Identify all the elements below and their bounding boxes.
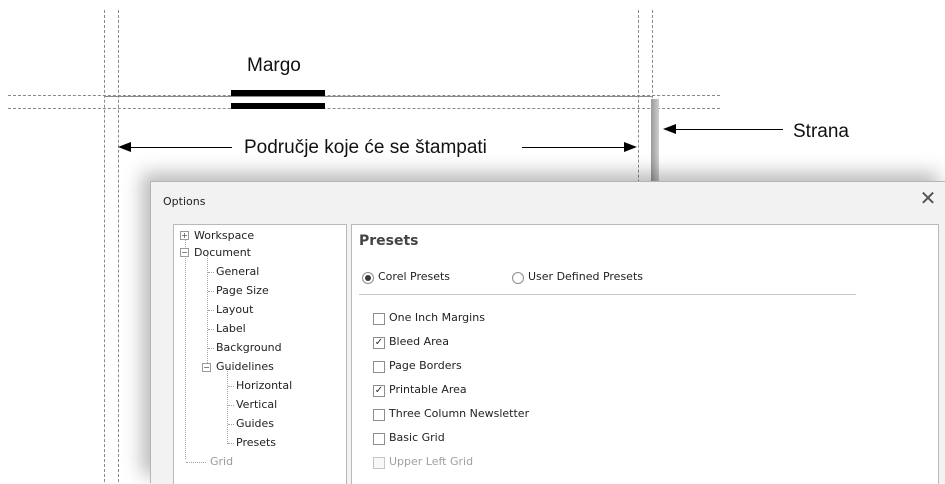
printable-arrow-left: [130, 147, 232, 148]
tree-item-guidelines[interactable]: Guidelines: [216, 360, 274, 373]
tree-item-presets[interactable]: Presets: [236, 436, 276, 449]
tree-item-vertical[interactable]: Vertical: [236, 398, 277, 411]
tree-item-workspace[interactable]: Workspace: [194, 229, 254, 242]
checkbox-one-inch-margins[interactable]: [373, 313, 385, 325]
radio-corel-presets[interactable]: [362, 272, 374, 284]
printable-area-label: Područje koje će se štampati: [244, 137, 487, 158]
checkbox-basic-grid[interactable]: [373, 433, 385, 445]
tree-item-background[interactable]: Background: [216, 341, 282, 354]
checkbox-label: One Inch Margins: [389, 311, 485, 324]
tree-item-layout[interactable]: Layout: [216, 303, 253, 316]
tree-connector: [208, 348, 214, 349]
printable-arrow-right-head: [624, 142, 637, 152]
tree-line-root: [185, 235, 186, 459]
tree-item-general[interactable]: General: [216, 265, 259, 278]
checkbox-label: Three Column Newsletter: [389, 407, 530, 420]
options-tree: + Workspace − Document General Page Size…: [173, 224, 347, 484]
dialog-title-bar: Options ✕: [151, 182, 945, 218]
tree-item-label[interactable]: Label: [216, 322, 246, 335]
radio-user-defined-presets[interactable]: [512, 272, 524, 284]
checkbox-label: Printable Area: [389, 383, 467, 396]
tree-connector: [208, 291, 214, 292]
guideline-top-inner: [8, 108, 720, 109]
collapse-icon[interactable]: −: [180, 248, 189, 257]
guideline-left-inner: [118, 10, 119, 482]
tree-item-document[interactable]: Document: [194, 246, 251, 259]
checkbox-label: Upper Left Grid: [389, 455, 474, 468]
tree-connector: [228, 386, 234, 387]
section-title: Presets: [359, 233, 419, 249]
tree-connector: [228, 443, 234, 444]
radio-label-user-defined: User Defined Presets: [528, 270, 643, 283]
tree-connector: [208, 272, 214, 273]
checkbox-three-column-newsletter[interactable]: [373, 409, 385, 421]
checkbox-page-borders[interactable]: [373, 361, 385, 373]
checkbox-upper-left-grid[interactable]: [373, 457, 385, 469]
page-arrow: [675, 129, 783, 130]
options-dialog: Options ✕ + Workspace − Document General…: [150, 181, 945, 484]
tree-item-page-size[interactable]: Page Size: [216, 284, 269, 297]
tree-connector: [228, 405, 234, 406]
checkbox-label: Bleed Area: [389, 335, 449, 348]
tree-item-guides[interactable]: Guides: [236, 417, 274, 430]
checkbox-bleed-area[interactable]: ✓: [373, 337, 385, 349]
divider: [359, 294, 856, 295]
checkbox-label: Page Borders: [389, 359, 462, 372]
dialog-title: Options: [163, 195, 206, 208]
tree-connector: [208, 329, 214, 330]
tree-connector: [186, 462, 206, 463]
tree-line-document: [207, 252, 208, 363]
presets-panel: Presets Corel Presets User Defined Prese…: [351, 224, 939, 484]
margin-bar-bottom: [231, 103, 325, 109]
close-icon[interactable]: ✕: [918, 188, 938, 208]
checkbox-printable-area[interactable]: ✓: [373, 385, 385, 397]
page-label: Strana: [793, 121, 849, 142]
guideline-left-outer: [104, 10, 105, 482]
tree-item-grid[interactable]: Grid: [210, 455, 233, 468]
printable-arrow-right: [522, 147, 626, 148]
checkbox-label: Basic Grid: [389, 431, 445, 444]
expand-icon[interactable]: +: [180, 231, 189, 240]
page-top-edge: [104, 96, 652, 97]
tree-connector: [208, 310, 214, 311]
tree-item-horizontal[interactable]: Horizontal: [236, 379, 292, 392]
margin-label: Margo: [247, 55, 301, 76]
collapse-icon[interactable]: −: [202, 363, 211, 372]
radio-label-corel-presets: Corel Presets: [378, 270, 451, 283]
margin-bar-top: [231, 90, 325, 96]
tree-connector: [228, 424, 234, 425]
